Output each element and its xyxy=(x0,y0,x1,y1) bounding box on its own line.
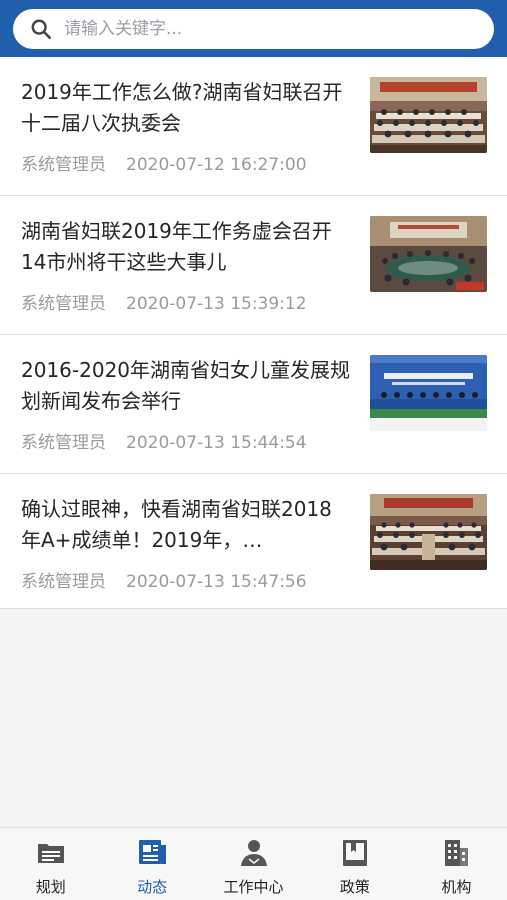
tab-gongzuozhongxin[interactable]: 工作中心 xyxy=(203,828,304,900)
news-meta: 系统管理员 2020-07-13 15:47:56 xyxy=(21,567,307,592)
news-thumbnail[interactable] xyxy=(370,216,487,292)
news-item[interactable]: 湖南省妇联2019年工作务虚会召开 14市州将干这些大事儿 系统管理员 2020-… xyxy=(0,196,507,335)
news-title[interactable]: 湖南省妇联2019年工作务虚会召开 14市州将干这些大事儿 xyxy=(21,216,351,278)
search-input[interactable] xyxy=(64,19,444,39)
news-author: 系统管理员 xyxy=(21,572,106,592)
news-item[interactable]: 确认过眼神，快看湖南省妇联2018年A+成绩单！2019年，… 系统管理员 202… xyxy=(0,474,507,609)
search-icon xyxy=(31,19,51,39)
search-box[interactable] xyxy=(13,9,494,49)
news-meta: 系统管理员 2020-07-13 15:44:54 xyxy=(21,428,307,453)
news-thumbnail[interactable] xyxy=(370,494,487,570)
news-date: 2020-07-13 15:47:56 xyxy=(126,572,307,592)
tab-label: 规划 xyxy=(35,878,66,896)
bottom-tab-bar: 规划 动态 工作中心 政策 机构 xyxy=(0,827,507,900)
news-list: 2019年工作怎么做?湖南省妇联召开十二届八次执委会 系统管理员 2020-07-… xyxy=(0,57,507,609)
news-item[interactable]: 2016-2020年湖南省妇女儿童发展规划新闻发布会举行 系统管理员 2020-0… xyxy=(0,335,507,474)
folder-list-icon xyxy=(37,844,64,863)
news-title[interactable]: 2016-2020年湖南省妇女儿童发展规划新闻发布会举行 xyxy=(21,355,351,417)
news-author: 系统管理员 xyxy=(21,433,106,453)
top-bar xyxy=(0,0,507,57)
book-icon xyxy=(342,840,367,866)
news-date: 2020-07-13 15:39:12 xyxy=(126,294,307,314)
news-date: 2020-07-13 15:44:54 xyxy=(126,433,307,453)
news-meta: 系统管理员 2020-07-13 15:39:12 xyxy=(21,289,307,314)
tab-zhengce[interactable]: 政策 xyxy=(304,828,405,900)
news-thumbnail[interactable] xyxy=(370,77,487,153)
tab-label: 动态 xyxy=(137,878,168,896)
tab-guihua[interactable]: 规划 xyxy=(0,828,101,900)
news-author: 系统管理员 xyxy=(21,294,106,314)
news-document-icon xyxy=(139,840,167,864)
tab-dongtai[interactable]: 动态 xyxy=(101,828,202,900)
news-meta: 系统管理员 2020-07-12 16:27:00 xyxy=(21,150,307,175)
news-title[interactable]: 2019年工作怎么做?湖南省妇联召开十二届八次执委会 xyxy=(21,77,351,139)
tab-label: 机构 xyxy=(441,878,472,896)
news-title[interactable]: 确认过眼神，快看湖南省妇联2018年A+成绩单！2019年，… xyxy=(21,494,351,556)
news-date: 2020-07-12 16:27:00 xyxy=(126,155,307,175)
tab-jigou[interactable]: 机构 xyxy=(406,828,507,900)
news-thumbnail[interactable] xyxy=(370,355,487,431)
news-author: 系统管理员 xyxy=(21,155,106,175)
tab-label: 工作中心 xyxy=(223,878,284,896)
news-item[interactable]: 2019年工作怎么做?湖南省妇联召开十二届八次执委会 系统管理员 2020-07-… xyxy=(0,57,507,196)
tab-label: 政策 xyxy=(339,878,370,896)
user-icon xyxy=(240,840,267,866)
building-icon xyxy=(445,840,469,866)
